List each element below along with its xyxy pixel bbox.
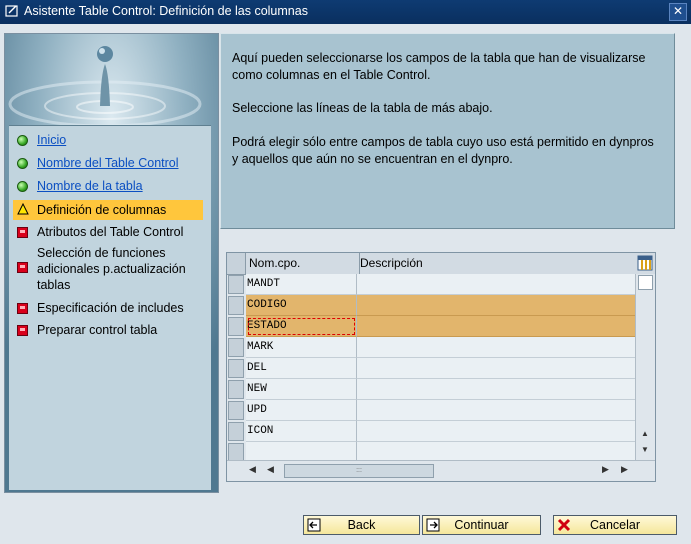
table-row[interactable]: MARK	[227, 337, 635, 358]
step-preparar-control[interactable]: Preparar control tabla	[13, 322, 203, 338]
warning-triangle-icon	[17, 203, 29, 215]
scroll-down-icon[interactable]: ▼	[641, 445, 649, 454]
done-status-icon	[17, 158, 28, 169]
table-row[interactable]: DEL	[227, 358, 635, 379]
step-label: Selección de funciones adicionales p.act…	[37, 246, 186, 292]
step-definicion-columnas[interactable]: Definición de columnas	[13, 200, 203, 220]
step-label: Preparar control tabla	[37, 323, 158, 337]
description-cell[interactable]	[357, 316, 635, 337]
scroll-thumb[interactable]: :::	[284, 464, 434, 478]
description-cell[interactable]	[357, 274, 635, 295]
description-cell[interactable]	[357, 295, 635, 316]
table-settings-icon[interactable]	[637, 255, 653, 271]
row-selector[interactable]	[228, 422, 244, 441]
row-selector[interactable]	[228, 338, 244, 357]
wizard-steps-panel: Inicio Nombre del Table Control Nombre d…	[4, 33, 219, 493]
pending-status-icon	[17, 227, 28, 238]
scroll-first-icon[interactable]: ◀	[249, 464, 256, 475]
table-row[interactable]: UPD	[227, 400, 635, 421]
row-selector[interactable]	[228, 359, 244, 378]
fields-table: Nom.cpo. Descripción MANDT CODIGO ESTADO MA…	[226, 252, 656, 482]
field-name-cell[interactable]: ESTADO	[246, 316, 357, 337]
instructions-text-1: Aquí pueden seleccionarse los campos de …	[232, 51, 646, 82]
field-name-cell[interactable]: ICON	[246, 421, 357, 442]
table-header: Nom.cpo. Descripción	[227, 253, 655, 275]
step-inicio[interactable]: Inicio	[13, 132, 203, 148]
back-button[interactable]: Back	[303, 515, 420, 535]
row-selector[interactable]	[228, 296, 244, 315]
instructions-box: Aquí pueden seleccionarse los campos de …	[220, 33, 675, 229]
step-nombre-table-control[interactable]: Nombre del Table Control	[13, 155, 203, 171]
table-row[interactable]: MANDT	[227, 274, 635, 295]
title-bar: Asistente Table Control: Definición de l…	[0, 0, 691, 24]
description-cell[interactable]	[357, 421, 635, 442]
description-cell[interactable]	[357, 337, 635, 358]
horizontal-scrollbar[interactable]: ◀ ◀ ::: ▶ ▶	[227, 460, 655, 481]
steps-list: Inicio Nombre del Table Control Nombre d…	[9, 125, 211, 490]
scroll-right-icon[interactable]: ▶	[602, 464, 609, 475]
row-selector[interactable]	[228, 317, 244, 336]
field-name-cell[interactable]: MARK	[246, 337, 357, 358]
window-title: Asistente Table Control: Definición de l…	[24, 4, 308, 18]
row-selector[interactable]	[228, 275, 244, 294]
description-cell[interactable]	[357, 379, 635, 400]
row-selector[interactable]	[228, 401, 244, 420]
field-name-cell[interactable]: NEW	[246, 379, 357, 400]
instructions-text-3: Podrá elegir sólo entre campos de tabla …	[232, 135, 654, 166]
step-label: Especificación de includes	[37, 301, 184, 315]
continue-button[interactable]: Continuar	[422, 515, 541, 535]
pending-status-icon	[17, 325, 28, 336]
step-label[interactable]: Nombre del Table Control	[37, 155, 179, 171]
column-header-name[interactable]: Nom.cpo.	[246, 253, 360, 274]
cancel-label: Cancelar	[589, 518, 641, 532]
field-name-cell[interactable]: DEL	[246, 358, 357, 379]
step-label: Atributos del Table Control	[37, 225, 184, 239]
step-label[interactable]: Nombre de la tabla	[37, 178, 143, 194]
wizard-icon	[5, 5, 18, 17]
step-label[interactable]: Inicio	[37, 132, 66, 148]
description-cell[interactable]	[357, 400, 635, 421]
scroll-left-icon[interactable]: ◀	[267, 464, 274, 475]
back-arrow-icon	[307, 518, 321, 532]
continue-label: Continuar	[454, 518, 509, 532]
field-name-cell[interactable]: MANDT	[246, 274, 357, 295]
table-row[interactable]: CODIGO	[227, 295, 635, 316]
table-row[interactable]: ESTADO	[227, 316, 635, 337]
scroll-checkbox[interactable]	[638, 275, 653, 290]
step-atributos[interactable]: Atributos del Table Control	[13, 224, 203, 240]
table-row[interactable]: NEW	[227, 379, 635, 400]
select-all-cell[interactable]	[227, 253, 246, 274]
step-label: Definición de columnas	[37, 203, 167, 217]
pending-status-icon	[17, 262, 28, 273]
column-header-description[interactable]: Descripción	[358, 253, 637, 274]
back-label: Back	[347, 518, 376, 532]
done-status-icon	[17, 181, 28, 192]
field-name-cell[interactable]: CODIGO	[246, 295, 357, 316]
instructions-text-2: Seleccione las líneas de la tabla de más…	[232, 101, 493, 115]
field-name-cell[interactable]: UPD	[246, 400, 357, 421]
step-seleccion-funciones[interactable]: Selección de funciones adicionales p.act…	[13, 245, 203, 295]
scroll-last-icon[interactable]: ▶	[621, 464, 628, 475]
cancel-button[interactable]: Cancelar	[553, 515, 677, 535]
step-especificacion-includes[interactable]: Especificación de includes	[13, 300, 203, 316]
row-selector[interactable]	[228, 380, 244, 399]
scroll-up-icon[interactable]: ▲	[641, 429, 649, 438]
continue-arrow-icon	[426, 518, 440, 532]
pending-status-icon	[17, 303, 28, 314]
step-nombre-tabla[interactable]: Nombre de la tabla	[13, 178, 203, 194]
cancel-x-icon	[557, 518, 571, 532]
description-cell[interactable]	[357, 358, 635, 379]
done-status-icon	[17, 135, 28, 146]
close-button[interactable]: ✕	[669, 3, 687, 21]
vertical-scrollbar[interactable]: ▲ ▼	[635, 274, 655, 460]
table-row[interactable]: ICON	[227, 421, 635, 442]
